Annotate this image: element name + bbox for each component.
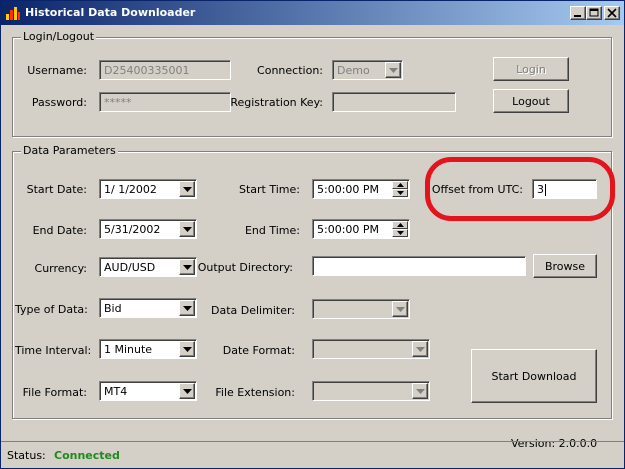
end-date-picker[interactable]: 5/31/2002 [99, 219, 197, 239]
logout-button[interactable]: Logout [493, 89, 569, 113]
status-label: Status: [7, 449, 46, 462]
chevron-down-icon[interactable] [385, 62, 401, 78]
end-time-label: End Time: [244, 224, 300, 237]
output-directory-label: Output Directory: [197, 261, 293, 274]
chevron-down-icon[interactable] [179, 300, 195, 316]
data-delimiter-select[interactable] [312, 299, 410, 319]
offset-utc-label: Offset from UTC: [431, 183, 523, 196]
maximize-icon [589, 8, 599, 17]
password-label: Password: [31, 96, 87, 109]
status-value: Connected [54, 449, 120, 462]
start-date-picker[interactable]: 1/ 1/2002 [99, 179, 197, 199]
currency-select[interactable]: AUD/USD [99, 257, 197, 277]
registration-key-field[interactable] [332, 92, 456, 112]
start-time-label: Start Time: [239, 183, 300, 196]
maximize-button[interactable] [586, 6, 602, 20]
file-extension-select[interactable] [312, 381, 430, 401]
chevron-down-icon[interactable] [392, 301, 408, 317]
spin-up-icon[interactable] [392, 181, 408, 189]
time-interval-select[interactable]: 1 Minute [99, 339, 197, 359]
chevron-down-icon[interactable] [179, 259, 195, 275]
start-download-button[interactable]: Start Download [471, 349, 597, 403]
login-group: Login/Logout [12, 30, 612, 137]
minimize-button[interactable] [570, 6, 586, 20]
spin-down-icon[interactable] [392, 229, 408, 237]
text-caret [545, 184, 546, 196]
type-of-data-label: Type of Data: [15, 303, 88, 316]
chevron-down-icon[interactable] [179, 181, 195, 197]
file-format-select[interactable]: MT4 [99, 381, 197, 401]
start-date-label: Start Date: [26, 183, 87, 196]
output-directory-field[interactable] [312, 256, 526, 276]
window-title: Historical Data Downloader [25, 6, 196, 19]
app-window: Historical Data Downloader Login/Logout … [0, 0, 625, 469]
date-format-select[interactable] [312, 339, 430, 359]
registration-key-label: Registration Key: [230, 96, 323, 109]
type-of-data-select[interactable]: Bid [99, 298, 197, 318]
currency-label: Currency: [34, 262, 87, 275]
connection-label: Connection: [257, 64, 323, 77]
title-bar[interactable]: Historical Data Downloader [1, 1, 624, 25]
chevron-down-icon[interactable] [412, 341, 428, 357]
spin-down-icon[interactable] [392, 189, 408, 197]
minimize-icon [574, 15, 581, 17]
app-icon [5, 5, 21, 21]
time-interval-label: Time Interval: [15, 344, 92, 357]
end-time-spinner[interactable]: 5:00:00 PM [312, 219, 410, 239]
chevron-down-icon[interactable] [179, 341, 195, 357]
password-field[interactable]: ***** [99, 92, 231, 112]
file-extension-label: File Extension: [215, 386, 295, 399]
close-button[interactable] [604, 6, 620, 20]
spin-up-icon[interactable] [392, 221, 408, 229]
username-label: Username: [27, 64, 87, 77]
chevron-down-icon[interactable] [179, 383, 195, 399]
file-format-label: File Format: [22, 386, 87, 399]
chevron-down-icon[interactable] [179, 221, 195, 237]
login-group-title: Login/Logout [21, 30, 97, 43]
data-delimiter-label: Data Delimiter: [211, 304, 295, 317]
chevron-down-icon[interactable] [412, 383, 428, 399]
start-time-spinner[interactable]: 5:00:00 PM [312, 179, 410, 199]
login-button[interactable]: Login [493, 57, 569, 81]
end-date-label: End Date: [32, 224, 87, 237]
browse-button[interactable]: Browse [533, 254, 597, 278]
username-field[interactable]: D25400335001 [99, 60, 231, 80]
offset-utc-field[interactable]: 3 [532, 179, 597, 199]
date-format-label: Date Format: [222, 344, 295, 357]
close-icon [607, 8, 617, 18]
connection-select[interactable]: Demo [332, 60, 403, 80]
data-parameters-group-title: Data Parameters [21, 144, 118, 157]
